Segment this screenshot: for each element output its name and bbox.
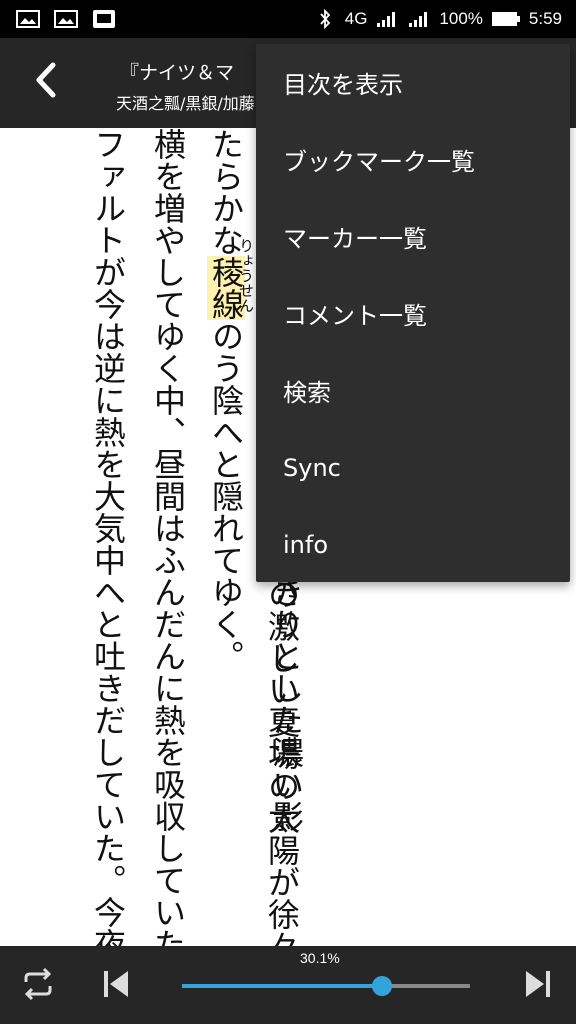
bluetooth-icon	[313, 8, 337, 30]
menu-item-bookmarks[interactable]: ブックマーク一覧	[256, 121, 570, 198]
next-button[interactable]	[516, 964, 560, 1008]
image-icon	[16, 9, 40, 29]
progress-fill	[182, 984, 383, 988]
status-bar: 4G 100% 5:59	[0, 0, 576, 38]
image-icon	[54, 9, 78, 29]
menu-item-markers[interactable]: マーカー一覧	[256, 198, 570, 275]
text-column: の激しい夏場の太陽が徐々	[263, 578, 301, 962]
menu-item-comments[interactable]: コメント一覧	[256, 275, 570, 352]
progress-percent: 30.1%	[300, 950, 340, 966]
menu-item-sync[interactable]: Sync	[256, 429, 570, 506]
skip-previous-icon	[101, 968, 131, 1004]
previous-button[interactable]	[94, 964, 138, 1008]
skip-next-icon	[523, 968, 553, 1004]
menu-item-info[interactable]: info	[256, 506, 570, 583]
text-fragment: のう陰へと隠れてゆく。	[207, 320, 245, 672]
repeat-icon	[18, 966, 58, 1006]
repeat-button[interactable]	[16, 964, 60, 1008]
overflow-menu: 目次を表示 ブックマーク一覧 マーカー一覧 コメント一覧 検索 Sync inf…	[256, 44, 570, 582]
slider-thumb[interactable]	[372, 976, 393, 996]
network-type: 4G	[344, 9, 368, 28]
text-fragment: たらかな	[207, 128, 245, 256]
clock: 5:59	[528, 9, 562, 28]
menu-item-toc[interactable]: 目次を表示	[256, 44, 570, 121]
signal-sim2-icon	[407, 9, 431, 29]
text-column: 横を増やしてゆく中、昼間はふんだんに熱を吸収していた	[149, 128, 187, 948]
text-column: ファルトが今は逆に熱を大気中へと吐きだしていた。今夜	[89, 128, 127, 948]
text-column: たらかな稜線のう陰へと隠れてゆく。	[206, 128, 246, 672]
menu-item-search[interactable]: 検索	[256, 352, 570, 429]
signal-sim1-icon	[375, 9, 399, 29]
ruby-annotation: りょうせん	[237, 238, 255, 313]
battery-percent: 100%	[439, 9, 483, 28]
back-button[interactable]	[24, 60, 68, 104]
app-notification-icon	[92, 9, 116, 29]
bottom-toolbar: 30.1%	[0, 946, 576, 1024]
chevron-left-icon	[33, 62, 59, 102]
battery-icon	[491, 9, 521, 29]
progress-slider[interactable]	[182, 976, 470, 996]
